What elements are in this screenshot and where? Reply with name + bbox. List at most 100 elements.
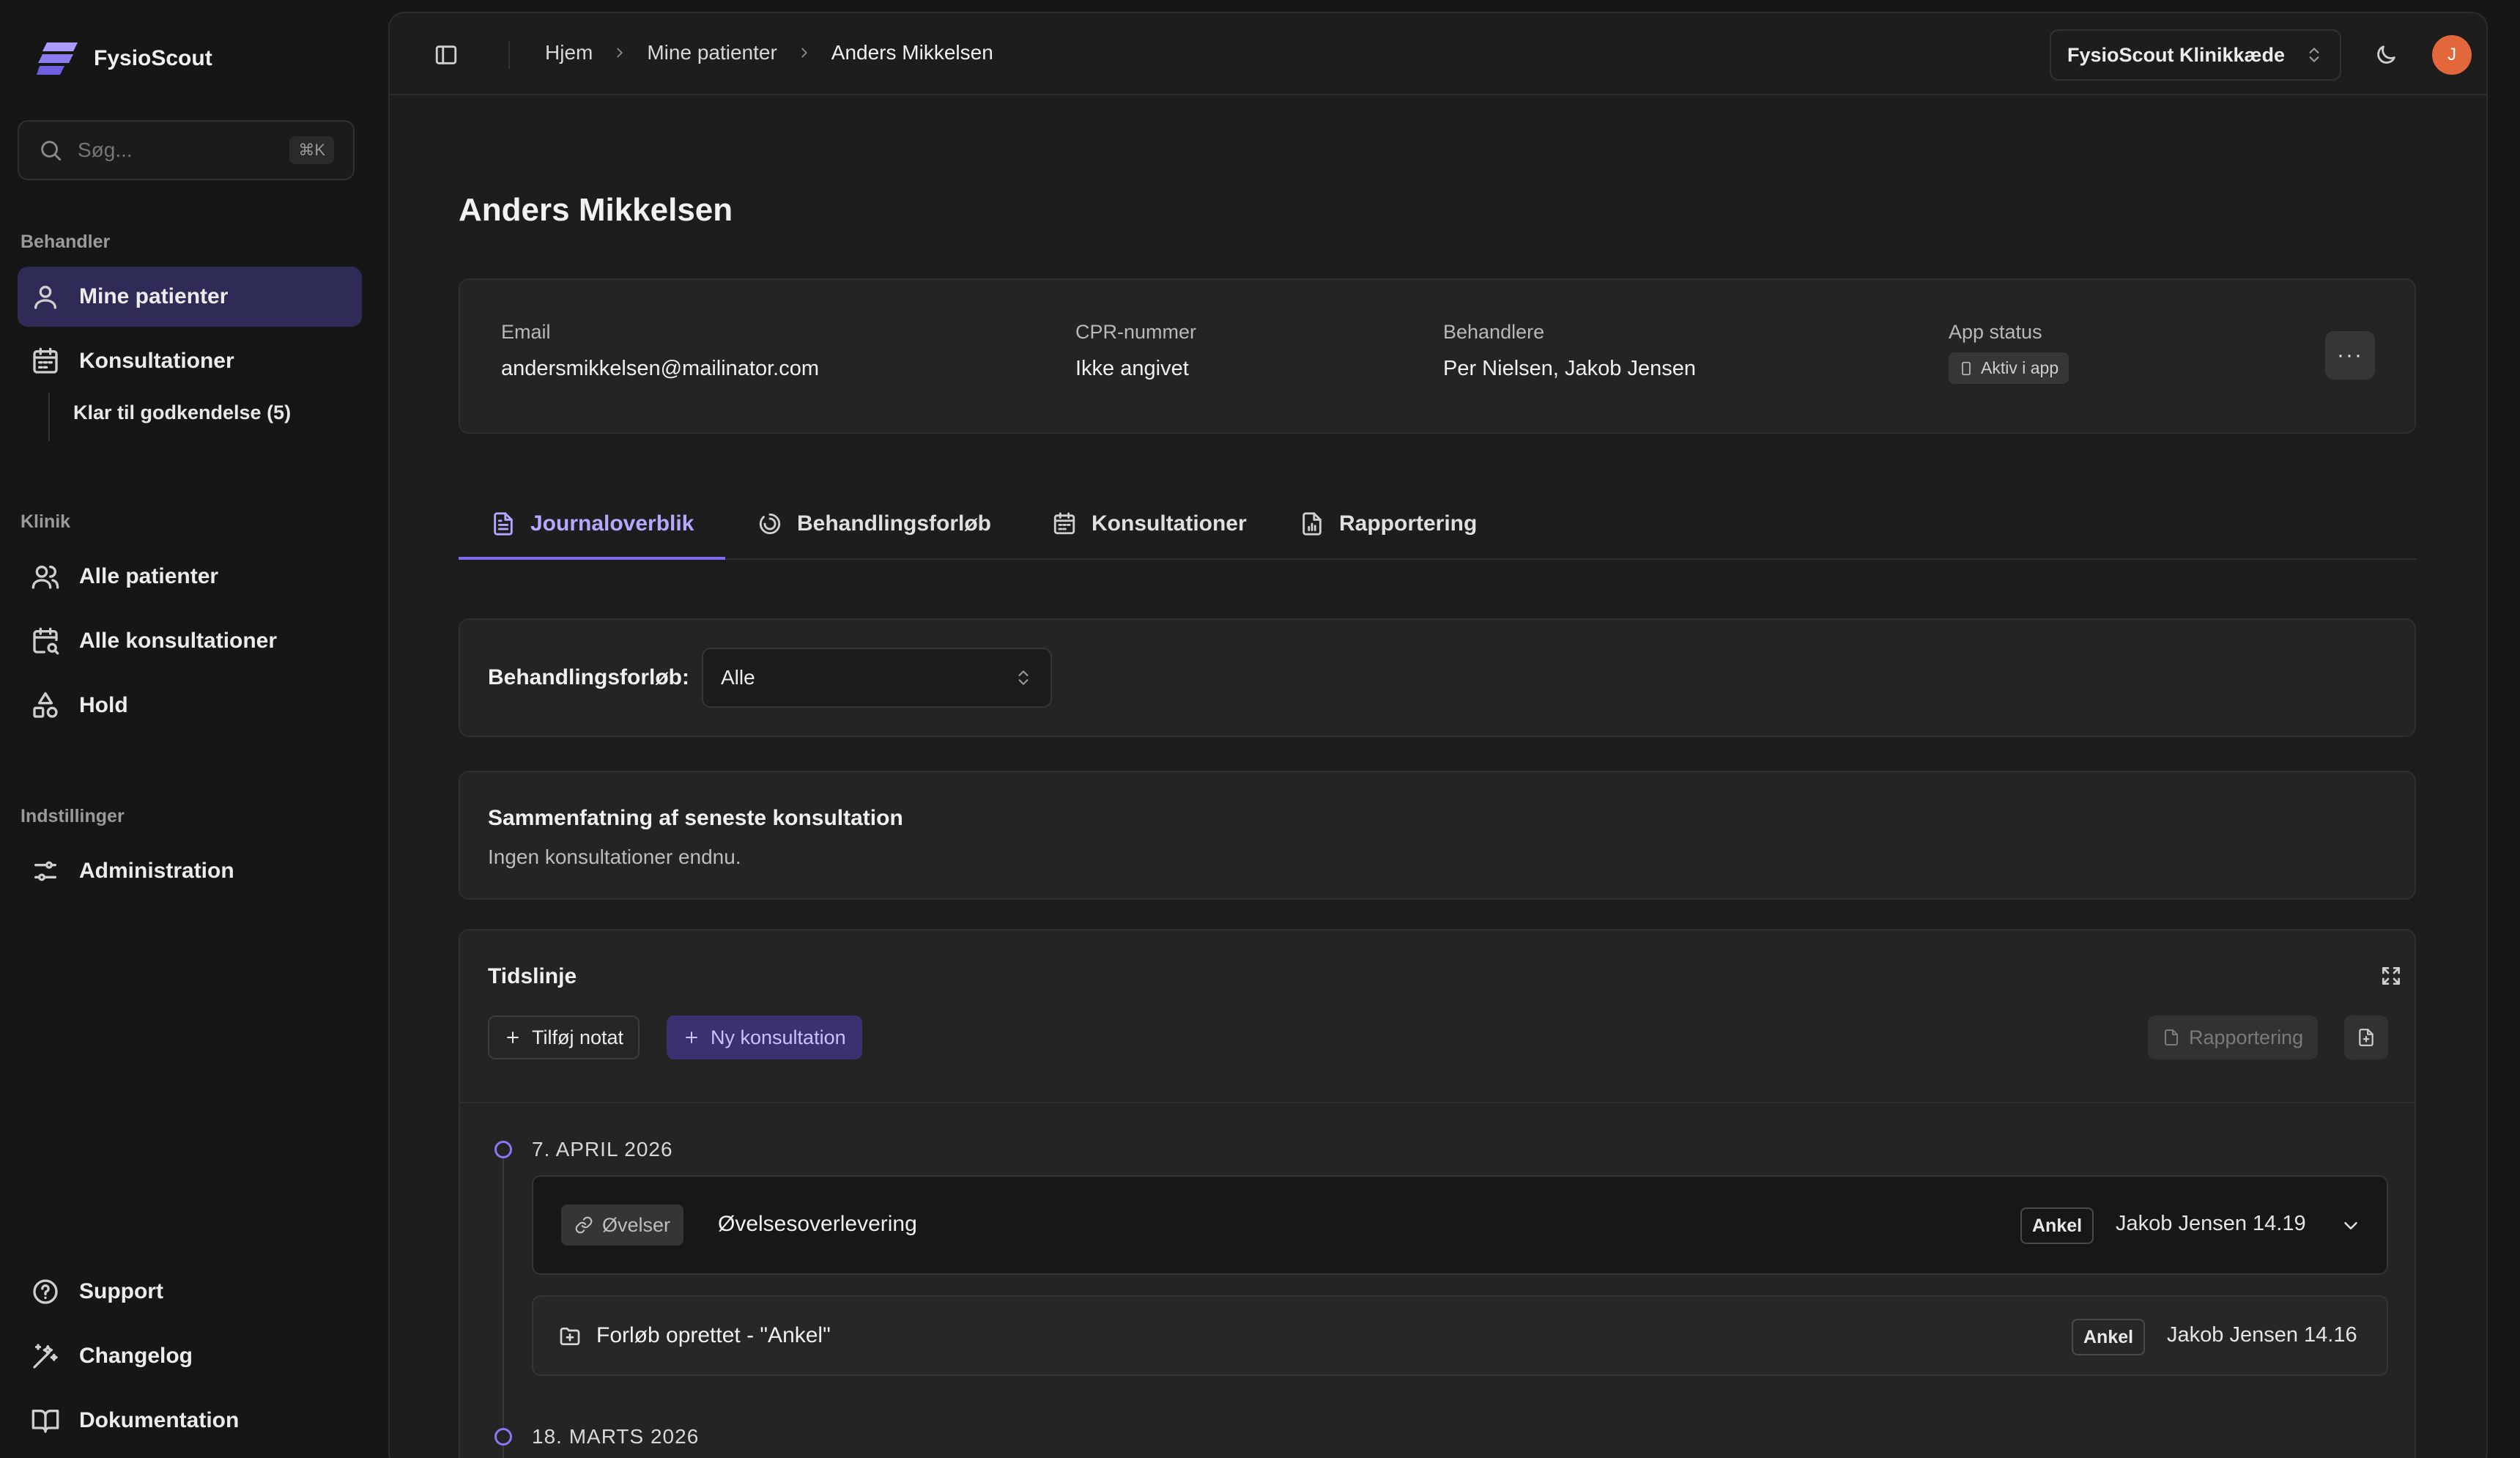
email-value: andersmikkelsen@mailinator.com [501, 357, 819, 380]
sidebar-item-label: Konsultationer [79, 349, 234, 373]
breadcrumb-hjem[interactable]: Hjem [545, 41, 593, 64]
file-text-icon [491, 511, 516, 536]
search-icon [38, 138, 63, 163]
link-icon [574, 1215, 593, 1235]
sidebar-item-label: Support [79, 1279, 163, 1303]
summary-title: Sammenfatning af seneste konsultation [488, 806, 903, 830]
sidebar-item-support[interactable]: Support [18, 1262, 362, 1322]
section-label-klinik: Klinik [21, 511, 71, 532]
scrollbar[interactable] [2486, 107, 2488, 673]
export-document-button[interactable] [2344, 1015, 2388, 1059]
sidebar-item-label: Mine patienter [79, 284, 229, 308]
filter-label: Behandlingsforløb: [488, 665, 689, 689]
timeline-card: Tidslinje Tilføj notat Ny konsultation R… [459, 929, 2416, 1458]
more-options-button[interactable]: ··· [2325, 331, 2375, 380]
timeline-title: Tidslinje [488, 964, 577, 988]
timeline-date: 7. APRIL 2026 [532, 1138, 673, 1161]
user-icon [31, 282, 60, 311]
moon-icon[interactable] [2373, 42, 2398, 67]
active-tab-indicator [459, 557, 725, 560]
smartphone-icon [1959, 360, 1974, 377]
patient-info-card: Email andersmikkelsen@mailinator.com CPR… [459, 278, 2416, 434]
sidebar-item-changelog[interactable]: Changelog [18, 1326, 362, 1386]
filter-card: Behandlingsforløb: Alle [459, 618, 2416, 737]
shapes-icon [31, 691, 60, 720]
search-box[interactable]: ⌘K [18, 120, 355, 180]
sidebar-item-label: Administration [79, 859, 234, 883]
progress-icon [757, 511, 782, 536]
chevron-right-icon [796, 45, 812, 61]
cpr-field: CPR-nummer Ikke angivet [1075, 321, 1196, 381]
organization-select[interactable]: FysioScout Klinikkæde [2050, 29, 2341, 81]
add-note-button[interactable]: Tilføj notat [488, 1015, 640, 1059]
timeline-dot [494, 1428, 512, 1446]
new-consultation-button[interactable]: Ny konsultation [667, 1015, 862, 1059]
file-export-icon [2357, 1028, 2376, 1047]
file-icon [2163, 1029, 2180, 1046]
breadcrumb: Hjem Mine patienter Anders Mikkelsen [545, 41, 993, 64]
expand-icon[interactable] [2379, 964, 2403, 988]
forlob-chip: Ankel [2072, 1319, 2146, 1355]
sidebar: FysioScout ⌘K Behandler Mine patienter K… [0, 0, 388, 1458]
sidebar-item-label: Changelog [79, 1344, 193, 1368]
section-label-behandler: Behandler [21, 232, 111, 252]
timeline-date: 18. MARTS 2026 [532, 1425, 700, 1448]
summary-card: Sammenfatning af seneste konsultation In… [459, 771, 2416, 900]
calendar-icon [1052, 511, 1077, 536]
email-field: Email andersmikkelsen@mailinator.com [501, 321, 819, 381]
summary-text: Ingen konsultationer endnu. [488, 845, 741, 868]
sidebar-item-mine-patienter[interactable]: Mine patienter [18, 267, 362, 327]
cpr-value: Ikke angivet [1075, 357, 1189, 380]
sub-nav-line [48, 393, 50, 441]
avatar[interactable]: J [2432, 35, 2472, 75]
sidebar-toggle-icon[interactable] [434, 42, 459, 67]
tab-label: Konsultationer [1092, 511, 1247, 536]
tab-rapportering[interactable]: Rapportering [1300, 488, 1477, 560]
sliders-icon [31, 856, 60, 886]
topbar: Hjem Mine patienter Anders Mikkelsen Fys… [390, 13, 2486, 95]
entry-title: Øvelsesoverlevering [718, 1212, 917, 1236]
status-badge: Aktiv i app [1949, 352, 2069, 384]
tab-label: Behandlingsforløb [797, 511, 991, 536]
sidebar-item-konsultationer[interactable]: Konsultationer [18, 331, 362, 391]
sidebar-item-dokumentation[interactable]: Dokumentation [18, 1391, 362, 1451]
brand[interactable]: FysioScout [37, 41, 212, 76]
behandlingsforlob-select[interactable]: Alle [702, 648, 1052, 708]
plus-icon [504, 1029, 522, 1046]
timeline-dot [494, 1141, 512, 1158]
timeline-entry[interactable]: Forløb oprettet - "Ankel" Ankel Jakob Je… [532, 1295, 2388, 1376]
select-value: Alle [721, 666, 755, 689]
behandlere-label: Behandlere [1443, 321, 1545, 343]
tab-journaloverblik[interactable]: Journaloverblik [491, 488, 694, 560]
timeline-entry[interactable]: Øvelser Øvelsesoverlevering Ankel Jakob … [532, 1175, 2388, 1275]
sidebar-item-label: Alle patienter [79, 564, 219, 588]
search-input[interactable] [78, 138, 268, 162]
folder-plus-icon [558, 1325, 582, 1348]
cpr-label: CPR-nummer [1075, 321, 1197, 343]
search-shortcut: ⌘K [289, 136, 334, 164]
sidebar-item-klar-til-godkendelse[interactable]: Klar til godkendelse (5) [73, 401, 291, 424]
breadcrumb-mine-patienter[interactable]: Mine patienter [647, 41, 777, 64]
sidebar-item-hold[interactable]: Hold [18, 676, 362, 736]
sidebar-item-alle-konsultationer[interactable]: Alle konsultationer [18, 611, 362, 671]
app-status-field: App status Aktiv i app [1949, 321, 2069, 384]
calendar-icon [31, 347, 60, 376]
tab-label: Journaloverblik [530, 511, 694, 536]
help-circle-icon [31, 1277, 60, 1306]
report-button[interactable]: Rapportering [2148, 1015, 2319, 1059]
brand-name: FysioScout [94, 46, 212, 70]
sidebar-item-alle-patienter[interactable]: Alle patienter [18, 547, 362, 607]
tab-behandlingsforlob[interactable]: Behandlingsforløb [757, 488, 991, 560]
chevron-down-icon[interactable] [2340, 1215, 2362, 1237]
plus-icon [683, 1029, 700, 1046]
sidebar-item-administration[interactable]: Administration [18, 841, 362, 901]
calendar-search-icon [31, 626, 60, 656]
forlob-chip: Ankel [2020, 1207, 2094, 1244]
entry-meta: Jakob Jensen 14.16 [2167, 1323, 2357, 1347]
chevrons-up-down-icon [2305, 45, 2324, 64]
behandlere-value: Per Nielsen, Jakob Jensen [1443, 357, 1696, 380]
tab-konsultationer[interactable]: Konsultationer [1052, 488, 1247, 560]
page-title: Anders Mikkelsen [459, 192, 733, 228]
sidebar-item-label: Hold [79, 693, 128, 717]
sidebar-item-label: Alle konsultationer [79, 629, 278, 653]
